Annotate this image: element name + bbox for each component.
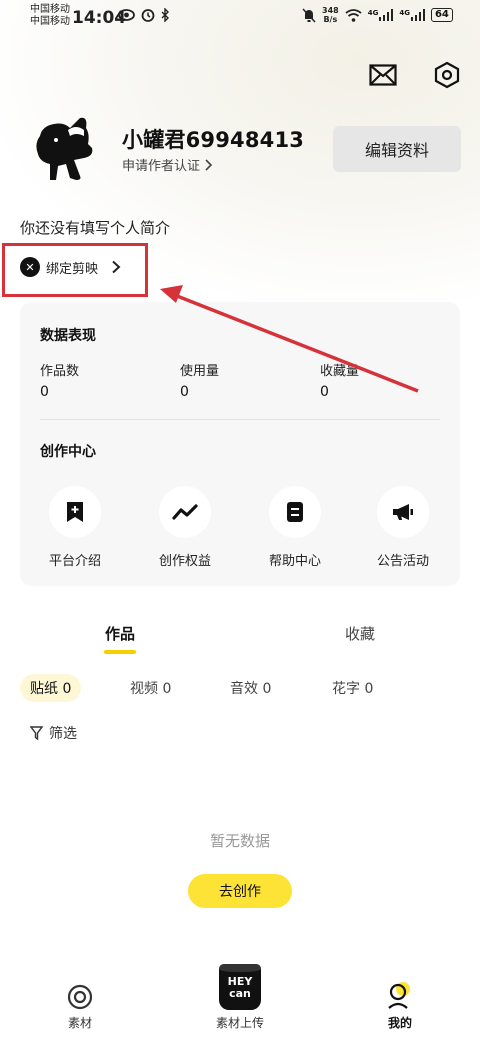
nav-materials[interactable]: 素材 (50, 984, 110, 1031)
annotation-arrow (160, 285, 419, 393)
logo-text: HEY can (227, 975, 253, 1000)
nav-label: 素材上传 (215, 1016, 264, 1030)
document-icon (287, 502, 303, 522)
tab-favorites[interactable]: 收藏 (320, 623, 400, 644)
profile-icon (386, 982, 414, 1010)
tab-works[interactable]: 作品 (80, 623, 160, 644)
feature-label: 平台介绍 (48, 554, 101, 569)
filter-icon (30, 726, 43, 740)
feature-circle (269, 486, 321, 538)
chip-sound-effects[interactable]: 音效 0 (230, 678, 271, 698)
empty-state-text: 暂无数据 (209, 832, 270, 850)
person-outline-icon (388, 983, 408, 1009)
megaphone-icon (393, 504, 413, 520)
feature-creator-benefits[interactable]: 创作权益 (140, 486, 230, 569)
feature-label: 公告活动 (376, 554, 429, 569)
feature-announcements[interactable]: 公告活动 (358, 486, 448, 569)
bookmark-plus-icon (67, 502, 83, 522)
feature-circle (377, 486, 429, 538)
feature-label: 帮助中心 (268, 554, 321, 569)
circle-target-icon (67, 984, 93, 1010)
nav-label: 素材 (67, 1016, 92, 1030)
go-create-button[interactable]: 去创作 (188, 874, 292, 908)
feature-platform-intro[interactable]: 平台介绍 (30, 486, 120, 569)
chip-text-effects[interactable]: 花字 0 (332, 678, 373, 698)
logo-top (219, 964, 261, 972)
creator-center-title: 创作中心 (40, 444, 96, 460)
feature-label: 创作权益 (158, 554, 211, 569)
feature-circle (159, 486, 211, 538)
nav-mine[interactable]: 我的 (370, 982, 430, 1031)
filter-label: 筛选 (49, 726, 77, 742)
nav-upload-materials[interactable]: HEY can 素材上传 (210, 964, 270, 1031)
trend-icon (172, 504, 198, 520)
feature-help-center[interactable]: 帮助中心 (250, 486, 340, 569)
nav-label: 我的 (387, 1016, 412, 1030)
chip-videos[interactable]: 视频 0 (130, 678, 171, 698)
chip-stickers[interactable]: 贴纸 0 (20, 674, 82, 702)
tab-active-indicator (104, 650, 136, 654)
heycan-logo: HEY can (219, 964, 261, 1010)
filter-button[interactable]: 筛选 (30, 723, 77, 743)
feature-circle (49, 486, 101, 538)
